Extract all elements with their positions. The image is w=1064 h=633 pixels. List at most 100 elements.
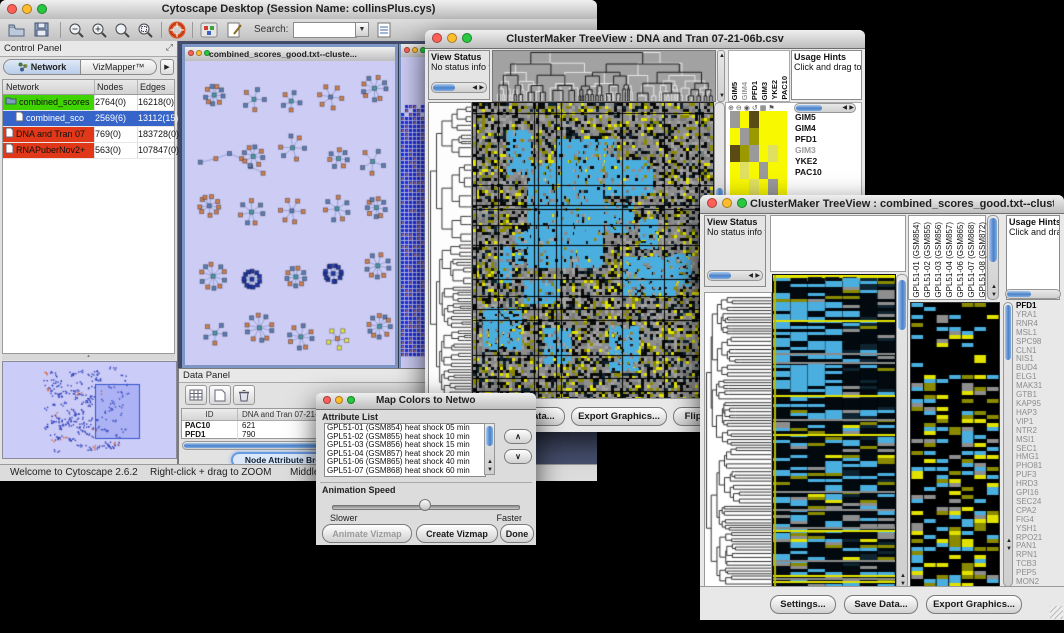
zoom-fit-icon[interactable]: [137, 22, 154, 43]
minimize-button[interactable]: [196, 50, 202, 56]
attribute-list-item[interactable]: GPL51-07 (GSM868) heat shock 60 min: [325, 467, 485, 476]
network-table-row[interactable]: combined_scores2764(0)16218(0): [3, 95, 174, 111]
slider-thumb[interactable]: [419, 499, 431, 511]
matrix-cell[interactable]: [759, 162, 769, 179]
matrix-cell[interactable]: [730, 128, 740, 145]
open-file-icon[interactable]: [8, 22, 25, 43]
close-button[interactable]: [707, 198, 717, 208]
scroll-thumb[interactable]: [709, 272, 731, 279]
minimize-button[interactable]: [335, 396, 343, 404]
scroll-thumb[interactable]: [486, 426, 493, 446]
animate-vizmap-button[interactable]: Animate Vizmap: [322, 524, 412, 543]
tv1-heatmap-canvas[interactable]: [472, 102, 714, 400]
matrix-cell[interactable]: [730, 111, 740, 128]
network-table-row[interactable]: RNAPuberNov2+563(0)107847(0): [3, 143, 174, 159]
tv1-column-dendrogram[interactable]: [492, 50, 716, 102]
tv2-column-label[interactable]: GPL51-01 (GSM854): [912, 222, 921, 298]
matrix-cell[interactable]: [740, 162, 750, 179]
tv1-row-dendrogram[interactable]: [428, 102, 472, 400]
tv2-column-label[interactable]: GPL51-06 (GSM865): [956, 222, 965, 298]
minimize-button[interactable]: [412, 47, 418, 53]
matrix-cell[interactable]: [749, 162, 759, 179]
zoom-out-icon[interactable]: [68, 22, 85, 43]
delete-attribute-button[interactable]: [233, 385, 255, 405]
scroll-thumb[interactable]: [989, 218, 997, 262]
tv2-zoom-heatmap-canvas[interactable]: [910, 302, 1000, 589]
col-header-nodes[interactable]: Nodes: [95, 80, 138, 94]
tv2-export-graphics-button[interactable]: Export Graphics...: [926, 595, 1022, 614]
zoom-button[interactable]: [462, 33, 472, 43]
col-header-network[interactable]: Network: [3, 80, 95, 94]
tv2-save-data-button[interactable]: Save Data...: [844, 595, 918, 614]
tv1-gene-label[interactable]: PAC10: [795, 167, 822, 178]
network-graph-canvas[interactable]: [185, 61, 395, 364]
dp-col-id[interactable]: ID: [182, 409, 238, 420]
tv1-column-label[interactable]: GIM5: [730, 82, 739, 100]
matrix-cell[interactable]: [730, 179, 740, 196]
tv1-gene-label[interactable]: YKE2: [795, 156, 822, 167]
matrix-cell[interactable]: [749, 128, 759, 145]
matrix-cell[interactable]: [740, 179, 750, 196]
cytoscape-titlebar[interactable]: Cytoscape Desktop (Session Name: collins…: [0, 0, 597, 20]
tv1-column-label[interactable]: YKE2: [770, 80, 779, 100]
matrix-cell[interactable]: [740, 145, 750, 162]
attribute-listbox[interactable]: GPL51-01 (GSM854) heat shock 05 minGPL51…: [324, 423, 486, 477]
float-panel-icon[interactable]: ⤢: [166, 42, 173, 53]
matrix-cell[interactable]: [730, 162, 740, 179]
save-icon[interactable]: [34, 22, 50, 43]
matrix-cell[interactable]: [768, 162, 778, 179]
network-overview-panel[interactable]: [2, 361, 177, 459]
attribute-browser-icon[interactable]: [376, 22, 394, 43]
minimize-button[interactable]: [722, 198, 732, 208]
create-vizmap-button[interactable]: Create Vizmap: [416, 524, 498, 543]
matrix-cell[interactable]: [778, 179, 788, 196]
move-attribute-down-button[interactable]: ∨: [504, 449, 532, 464]
tv1-gene-label[interactable]: GIM4: [795, 123, 822, 134]
tv2-column-label[interactable]: GPL51-07 (GSM868): [967, 222, 976, 298]
scroll-thumb[interactable]: [898, 280, 906, 330]
matrix-cell[interactable]: [749, 111, 759, 128]
tv2-column-label[interactable]: GPL51-08 (GSM872): [978, 222, 987, 298]
matrix-cell[interactable]: [778, 111, 788, 128]
resize-grip[interactable]: [1050, 606, 1063, 619]
tv2-column-label[interactable]: GPL51-04 (GSM857): [945, 222, 954, 298]
zoom-button[interactable]: [347, 396, 355, 404]
close-button[interactable]: [7, 4, 17, 14]
search-dropdown-button[interactable]: ▼: [355, 22, 369, 37]
zoom-actual-icon[interactable]: [114, 22, 131, 43]
tv2-column-label[interactable]: GPL51-02 (GSM855): [923, 222, 932, 298]
panel-splitter[interactable]: ▴: [2, 354, 175, 360]
network-view-titlebar[interactable]: combined_scores_good.txt--cluste...: [185, 47, 395, 62]
matrix-cell[interactable]: [730, 145, 740, 162]
search-input[interactable]: [293, 22, 357, 38]
tv2-column-label[interactable]: GPL51-03 (GSM856): [934, 222, 943, 298]
tv2-row-dendrogram[interactable]: [704, 292, 772, 589]
select-attributes-button[interactable]: [185, 385, 207, 405]
network-graph-2-canvas[interactable]: [401, 57, 427, 366]
scroll-thumb[interactable]: [796, 105, 822, 111]
move-attribute-up-button[interactable]: ∧: [504, 429, 532, 444]
matrix-cell[interactable]: [768, 128, 778, 145]
network-view-2-titlebar[interactable]: [401, 44, 427, 58]
minimize-button[interactable]: [447, 33, 457, 43]
vizmapper-shortcut-icon[interactable]: [200, 22, 218, 43]
network-table-row[interactable]: DNA and Tran 07769(0)183728(0): [3, 127, 174, 143]
close-button[interactable]: [188, 50, 194, 56]
matrix-cell[interactable]: [740, 128, 750, 145]
close-button[interactable]: [323, 396, 331, 404]
tv2-genelist-vscrollbar[interactable]: ▲▼: [1003, 302, 1013, 587]
tv1-column-label[interactable]: GIM3: [760, 82, 769, 100]
matrix-cell[interactable]: [778, 162, 788, 179]
tv2-genelist-hscrollbar[interactable]: [1005, 289, 1061, 299]
matrix-cell[interactable]: [768, 179, 778, 196]
close-button[interactable]: [432, 33, 442, 43]
col-header-edges[interactable]: Edges: [138, 80, 181, 94]
matrix-cell[interactable]: [768, 145, 778, 162]
tab-vizmapper[interactable]: VizMapper™: [81, 59, 157, 75]
attribute-list-vscrollbar[interactable]: ▲▼: [484, 423, 495, 475]
matrix-cell[interactable]: [778, 128, 788, 145]
tv1-column-label[interactable]: PFD1: [750, 81, 759, 100]
tv1-gene-label[interactable]: GIM3: [795, 145, 822, 156]
matrix-cell[interactable]: [740, 111, 750, 128]
treeview2-titlebar[interactable]: ClusterMaker TreeView : combined_scores_…: [700, 195, 1064, 214]
